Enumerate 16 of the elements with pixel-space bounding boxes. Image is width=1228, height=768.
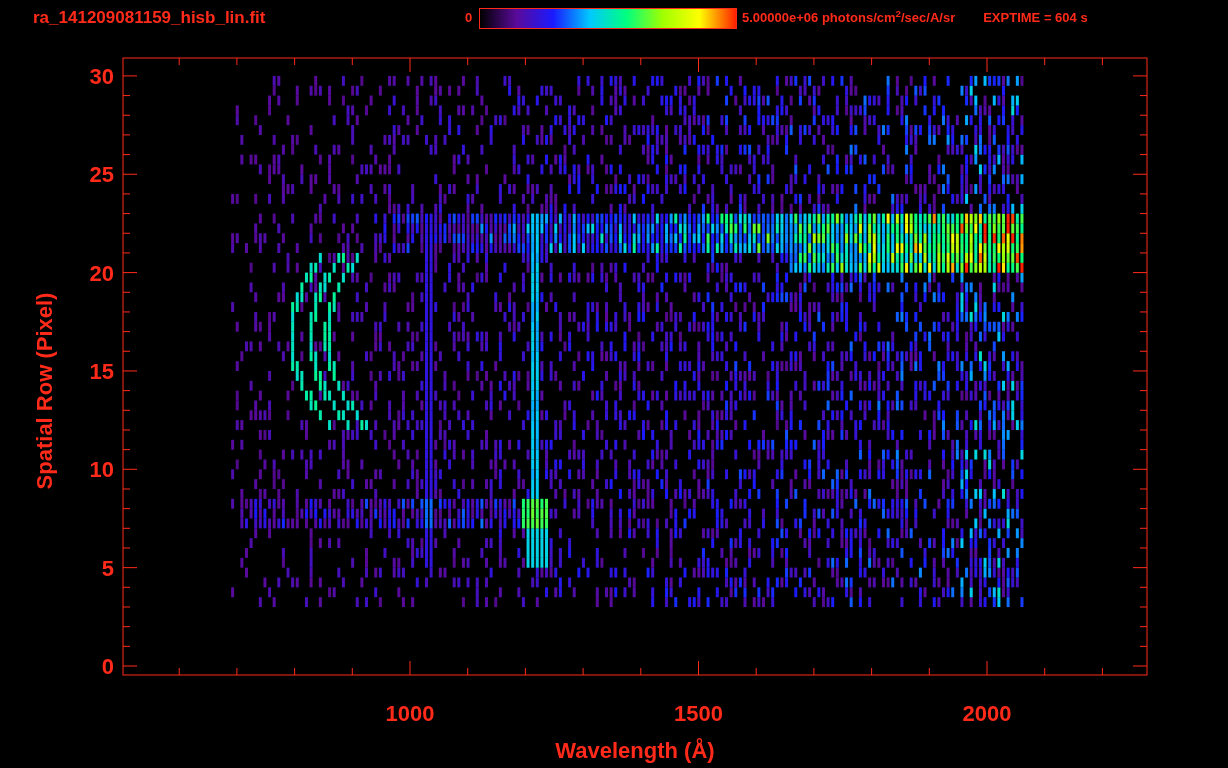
y-tick-label: 0 xyxy=(101,654,114,679)
exposure-time-label: EXPTIME = 604 s xyxy=(983,9,1088,28)
y-tick-label: 25 xyxy=(89,162,114,188)
x-axis-label: Wavelength (Å) xyxy=(555,738,715,763)
y-tick-label: 30 xyxy=(89,63,114,89)
colorbar-min-label: 0 xyxy=(465,9,474,28)
y-tick-label: 20 xyxy=(89,260,114,286)
colorbar-max-label: 5.00000e+06 photons/cm$^{2}$/sec/A/sr xyxy=(742,8,956,28)
y-tick-label: 15 xyxy=(89,358,114,384)
plot-title: ra_141209081159_hisb_lin.fit xyxy=(33,7,267,30)
y-axis-label: Spatial Row (Pixel) xyxy=(32,292,57,490)
x-tick-label: 1500 xyxy=(674,701,723,726)
y-tick-label: 10 xyxy=(89,457,114,483)
y-tick-label: 5 xyxy=(101,555,114,581)
x-tick-label: 2000 xyxy=(962,701,1012,726)
x-tick-label: 1000 xyxy=(385,701,435,726)
